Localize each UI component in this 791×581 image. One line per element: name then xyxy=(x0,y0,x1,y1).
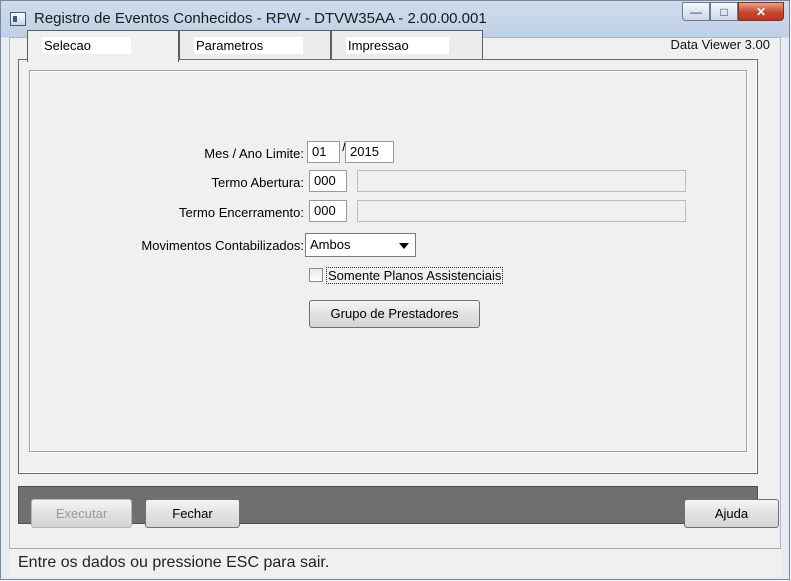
minimize-icon: — xyxy=(690,4,702,19)
termo-abertura-label: Termo Abertura: xyxy=(211,175,305,190)
mes-input[interactable]: 01 xyxy=(307,141,340,163)
termo-abertura-input[interactable]: 000 xyxy=(309,170,347,192)
app-icon[interactable] xyxy=(10,12,26,26)
executar-button[interactable]: Executar xyxy=(31,499,132,528)
somente-planos-label[interactable]: Somente Planos Assistenciais xyxy=(326,267,504,284)
tab-impressao[interactable]: Impressao xyxy=(331,30,483,60)
ajuda-button[interactable]: Ajuda xyxy=(684,499,779,528)
window-title: Registro de Eventos Conhecidos - RPW - D… xyxy=(34,10,487,27)
grupo-prestadores-button[interactable]: Grupo de Prestadores xyxy=(309,300,480,328)
selection-group-frame xyxy=(29,70,747,452)
tab-label: Selecao xyxy=(42,37,131,54)
tab-label: Parametros xyxy=(194,37,304,54)
maximize-button[interactable]: □ xyxy=(710,2,738,21)
termo-encerramento-description xyxy=(357,200,686,222)
mes-ano-label: Mes / Ano Limite: xyxy=(204,146,304,161)
caption-buttons: — □ ✕ xyxy=(682,2,784,22)
movimentos-selected-value: Ambos xyxy=(310,237,351,252)
movimentos-select[interactable]: Ambos xyxy=(305,233,416,257)
termo-encerramento-label: Termo Encerramento: xyxy=(179,205,304,220)
tab-parametros[interactable]: Parametros xyxy=(179,30,331,60)
termo-abertura-description xyxy=(357,170,686,192)
data-viewer-version: Data Viewer 3.00 xyxy=(670,37,771,52)
termo-encerramento-input[interactable]: 000 xyxy=(309,200,347,222)
close-icon: ✕ xyxy=(755,4,767,19)
close-button[interactable]: ✕ xyxy=(738,2,784,21)
somente-planos-checkbox[interactable] xyxy=(309,268,323,282)
tab-label: Impressao xyxy=(346,37,449,54)
fechar-button[interactable]: Fechar xyxy=(145,499,240,528)
minimize-button[interactable]: — xyxy=(682,2,710,21)
status-message: Entre os dados ou pressione ESC para sai… xyxy=(18,554,330,571)
ano-input[interactable]: 2015 xyxy=(345,141,394,163)
maximize-icon: □ xyxy=(720,4,728,19)
tab-selecao[interactable]: Selecao xyxy=(27,30,179,62)
chevron-down-icon[interactable] xyxy=(399,243,409,249)
movimentos-label: Movimentos Contabilizados: xyxy=(141,238,304,253)
